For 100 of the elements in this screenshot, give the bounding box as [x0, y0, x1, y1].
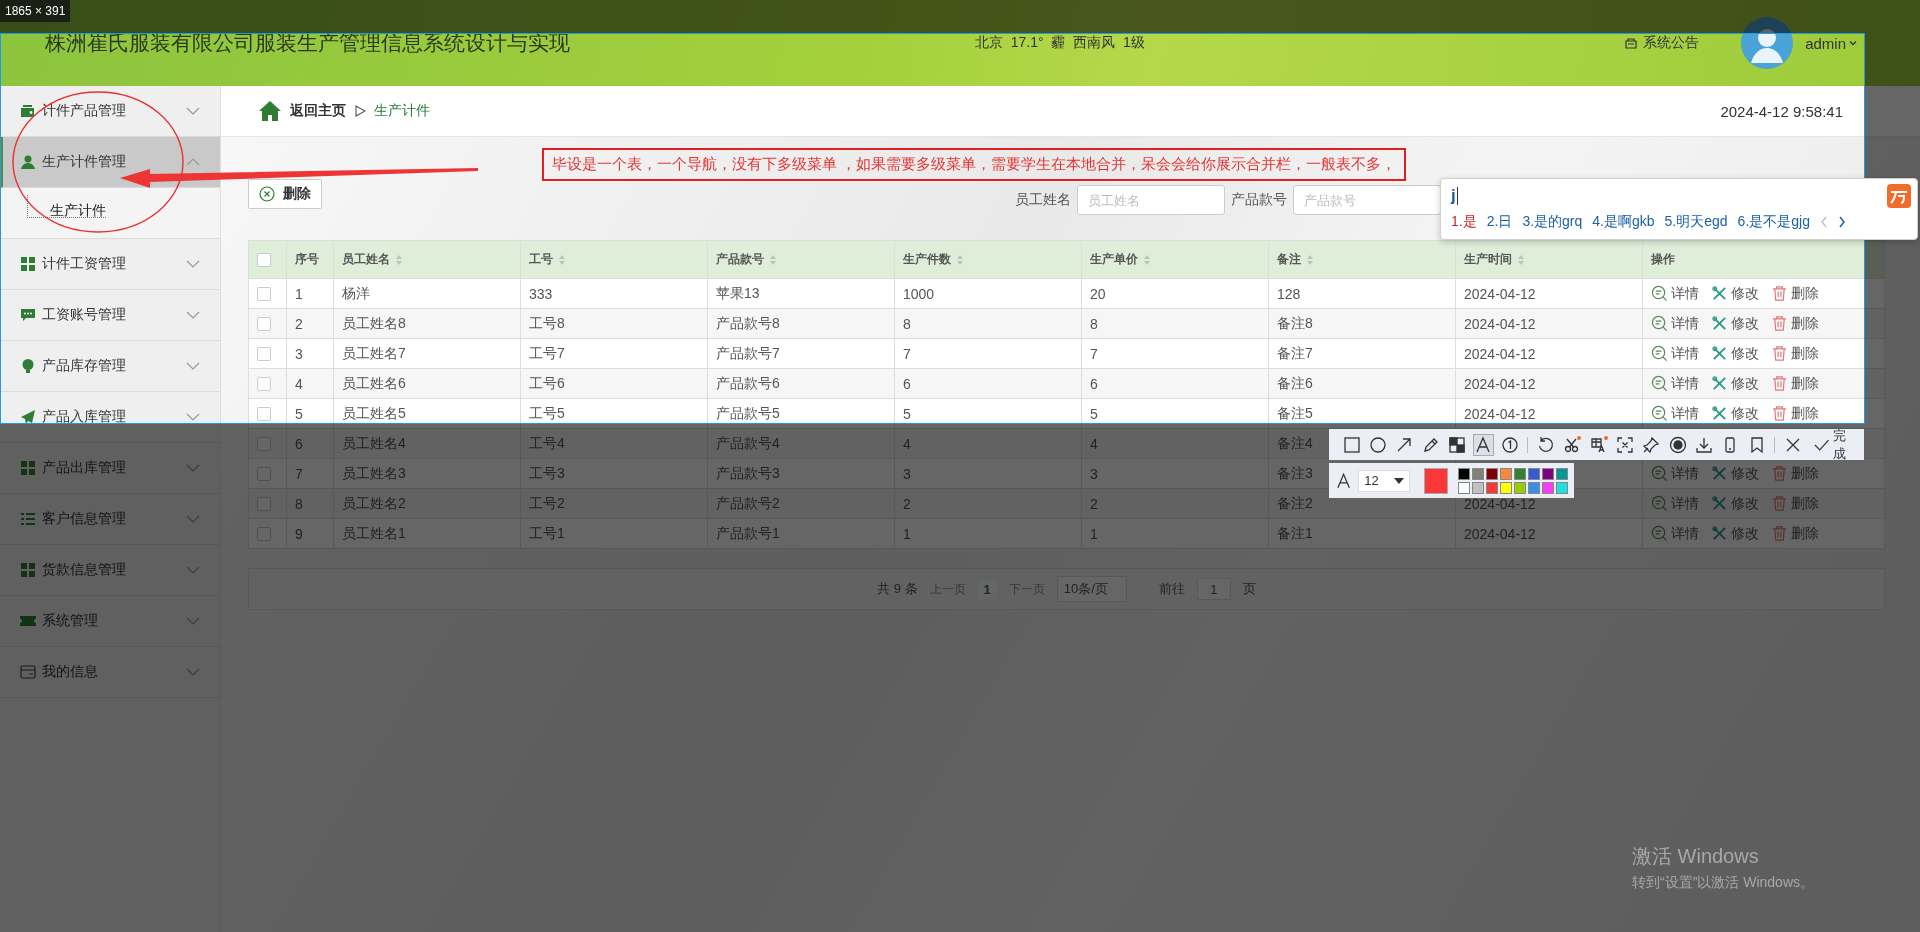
delete-link[interactable]: 删除 [1771, 404, 1819, 423]
color-swatch[interactable] [1556, 467, 1568, 480]
checkbox[interactable] [257, 376, 271, 391]
edit-icon [1711, 315, 1728, 332]
column-header[interactable]: 工号 [529, 251, 566, 268]
search-field[interactable]: 员工姓名 [1077, 185, 1225, 215]
table-cell: 5 [903, 405, 911, 422]
details-link[interactable]: 详情 [1651, 314, 1699, 333]
color-swatch[interactable] [1500, 481, 1512, 494]
table-cell: 工号3 [529, 464, 565, 483]
color-swatch[interactable] [1458, 481, 1470, 494]
edit-link[interactable]: 修改 [1711, 374, 1759, 393]
color-swatch[interactable] [1472, 467, 1484, 480]
details-link[interactable]: 详情 [1651, 374, 1699, 393]
sidebar-item[interactable]: 计件工资管理 [0, 239, 220, 290]
table-cell: 6 [903, 375, 911, 392]
column-header[interactable]: 员工姓名 [342, 251, 403, 268]
delete-link[interactable]: 删除 [1771, 314, 1819, 333]
color-swatch[interactable] [1500, 467, 1512, 480]
sidebar-item[interactable]: 产品库存管理 [0, 341, 220, 392]
edit-icon [1711, 285, 1728, 302]
sidebar-item[interactable]: 产品入库管理 [0, 392, 220, 443]
checkbox[interactable] [257, 406, 271, 421]
delete-button[interactable]: 删除 [248, 179, 322, 209]
details-link[interactable]: 详情 [1651, 284, 1699, 303]
color-swatch[interactable] [1486, 467, 1498, 480]
details-link[interactable]: 详情 [1651, 404, 1699, 423]
ime-logo-icon[interactable] [1887, 184, 1911, 208]
table-cell: 2024-04-12 [1464, 375, 1536, 392]
edit-icon [1711, 525, 1728, 542]
ime-candidate[interactable]: 5.明天egd [1664, 213, 1728, 231]
edit-link[interactable]: 修改 [1711, 404, 1759, 423]
edit-link[interactable]: 修改 [1711, 344, 1759, 363]
sidebar-item[interactable]: 工资账号管理 [0, 290, 220, 341]
done-button[interactable]: 完成 [1812, 426, 1859, 463]
color-swatch[interactable] [1542, 481, 1554, 494]
detail-icon [1651, 405, 1668, 422]
table-cell: 产品款号3 [716, 464, 780, 483]
selection-frame[interactable] [0, 33, 1865, 424]
table-cell: 工号2 [529, 494, 565, 513]
edit-link[interactable]: 修改 [1711, 284, 1759, 303]
color-swatch[interactable] [1514, 467, 1526, 480]
delete-link[interactable]: 删除 [1771, 374, 1819, 393]
table-cell: 备注3 [1277, 464, 1313, 483]
search-field[interactable]: 产品款号 [1293, 185, 1441, 215]
ime-candidate[interactable]: 3.是的grq [1522, 213, 1583, 231]
color-swatch[interactable] [1486, 481, 1498, 494]
next-icon[interactable] [1837, 216, 1846, 228]
checkbox[interactable] [257, 346, 271, 361]
delete-icon [1771, 285, 1788, 302]
edit-link[interactable]: 修改 [1711, 314, 1759, 333]
notice-link[interactable]: 系统公告 [1624, 34, 1700, 52]
font-size-select[interactable]: 12 [1358, 469, 1410, 492]
color-swatch[interactable] [1458, 467, 1470, 480]
table-cell: 20 [1090, 285, 1106, 302]
current-color-swatch[interactable] [1423, 467, 1448, 494]
color-swatch[interactable] [1528, 481, 1540, 494]
sidebar-item[interactable]: 生产计件管理 [0, 137, 220, 188]
details-link[interactable]: 详情 [1651, 344, 1699, 363]
checkbox[interactable] [257, 286, 271, 301]
column-header[interactable]: 备注 [1277, 251, 1314, 268]
delete-link[interactable]: 删除 [1771, 344, 1819, 363]
breadcrumb-current: 生产计件 [374, 102, 430, 120]
ime-candidate[interactable]: 1.是 [1451, 213, 1477, 231]
color-swatch[interactable] [1556, 481, 1568, 494]
table-cell: 备注6 [1277, 374, 1313, 393]
ime-candidate[interactable]: 4.是啊gkb [1592, 213, 1655, 231]
table-cell: 产品款号1 [716, 524, 780, 543]
checkbox[interactable] [257, 252, 271, 267]
ime-candidate[interactable]: 2.日 [1486, 213, 1513, 231]
table-cell: 128 [1277, 285, 1301, 302]
sort-icon [1306, 253, 1314, 266]
checkbox[interactable] [257, 316, 271, 331]
home-link[interactable]: 返回主页 [290, 102, 346, 120]
color-swatch[interactable] [1514, 481, 1526, 494]
sort-icon [558, 253, 566, 266]
text-tool-icon[interactable] [1472, 433, 1494, 456]
column-header[interactable]: 生产件数 [903, 251, 964, 268]
edit-icon [1711, 375, 1728, 392]
column-header[interactable]: 生产时间 [1464, 251, 1525, 268]
table-cell: 9 [295, 525, 303, 542]
weather-text: 北京 17.1° 霾 西南风 1级 [975, 34, 1145, 52]
color-swatch[interactable] [1472, 481, 1484, 494]
user-menu[interactable]: admin [1805, 34, 1858, 52]
table-cell: 4 [903, 435, 911, 452]
column-header[interactable]: 产品款号 [716, 251, 777, 268]
ime-candidate[interactable]: 6.是不是gjg [1737, 213, 1810, 231]
submenu-item[interactable]: 生产计件 [27, 194, 106, 218]
color-swatch[interactable] [1528, 467, 1540, 480]
table-cell: 产品款号4 [716, 434, 780, 453]
avatar[interactable] [1741, 17, 1794, 69]
delete-link[interactable]: 删除 [1771, 284, 1819, 303]
table-cell: 备注1 [1277, 524, 1313, 543]
detail-icon [1651, 525, 1668, 542]
bulb-icon [20, 358, 36, 374]
table-cell: 1 [295, 285, 303, 302]
home-icon [258, 100, 282, 122]
color-swatch[interactable] [1542, 467, 1554, 480]
table-cell: 1000 [903, 285, 935, 302]
column-header[interactable]: 生产单价 [1090, 251, 1151, 268]
